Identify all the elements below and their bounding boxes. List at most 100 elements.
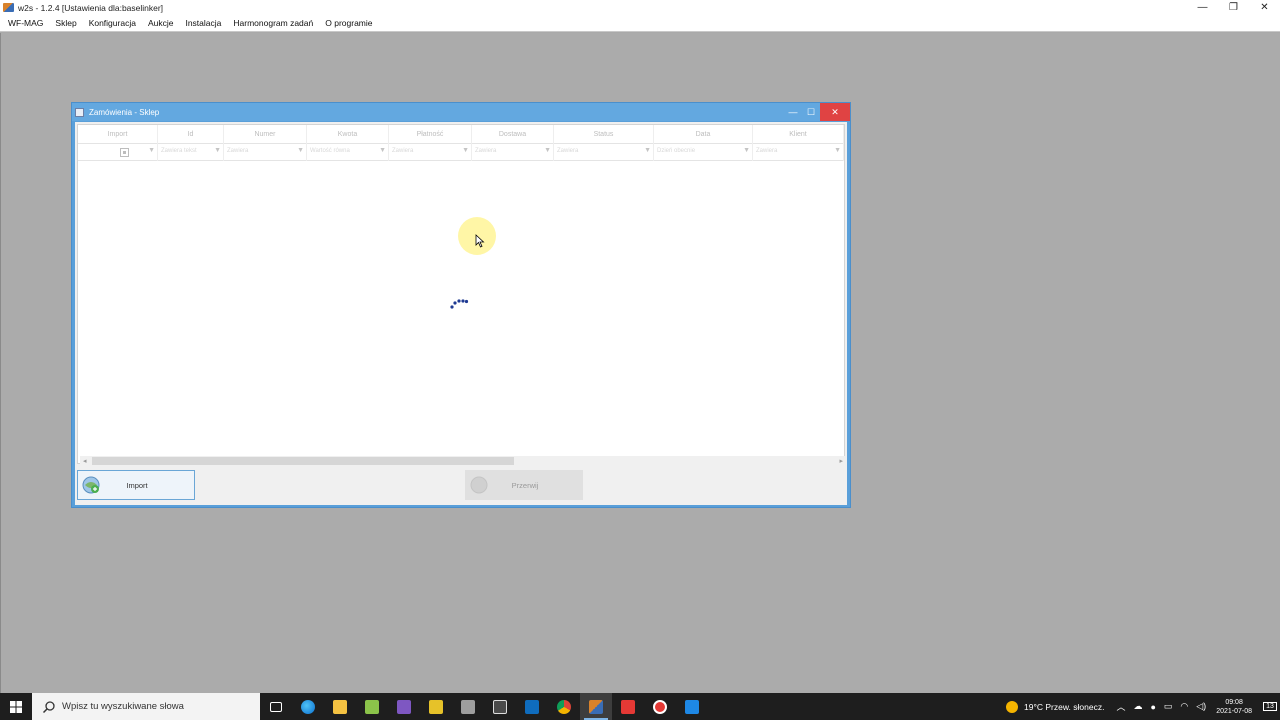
search-placeholder: Wpisz tu wyszukiwane słowa <box>62 701 184 712</box>
battery-icon[interactable]: ▭ <box>1164 701 1173 712</box>
clock[interactable]: 09:08 2021-07-08 <box>1216 698 1252 716</box>
taskbar-notepadpp[interactable] <box>356 693 388 720</box>
system-tray: 19°C Przew. słonecz. ︿ ☁ ● ▭ ◠ ◁) 09:08 … <box>1006 693 1280 720</box>
col-numer[interactable]: Numer <box>224 125 307 144</box>
filter-icon[interactable]: ▼ <box>148 147 155 154</box>
filter-icon[interactable]: ▼ <box>297 147 304 154</box>
filter-dostawa[interactable]: Zawiera ▼ <box>472 144 554 161</box>
wifi-icon[interactable]: ◠ <box>1180 701 1188 712</box>
child-minimize-button[interactable]: — <box>784 103 802 121</box>
taskbar-vscode-app[interactable] <box>420 693 452 720</box>
filter-icon[interactable]: ▼ <box>644 147 651 154</box>
close-button[interactable]: ✕ <box>1249 0 1280 15</box>
notifications-button[interactable]: 13 <box>1260 693 1280 720</box>
filter-placeholder: Dzień obecnie <box>657 148 696 154</box>
clock-date: 2021-07-08 <box>1216 707 1252 715</box>
col-platnosc[interactable]: Płatność <box>389 125 472 144</box>
mouse-cursor-icon <box>475 234 485 248</box>
menu-harmonogram[interactable]: Harmonogram zadań <box>227 18 319 28</box>
filter-icon[interactable]: ▼ <box>379 147 386 154</box>
taskbar-wf-mag[interactable] <box>612 693 644 720</box>
filter-icon[interactable]: ▼ <box>462 147 469 154</box>
grid-header: Import Id Numer Kwota Płatność Dostawa S… <box>78 125 844 144</box>
menu-o-programie[interactable]: O programie <box>319 18 378 28</box>
taskbar-chrome[interactable] <box>548 693 580 720</box>
git-icon <box>493 699 507 714</box>
filter-id[interactable]: Zawiera tekst ▼ <box>158 144 224 161</box>
filter-status[interactable]: Zawiera ▼ <box>554 144 654 161</box>
scrollbar-thumb[interactable] <box>92 457 514 465</box>
clock-time: 09:08 <box>1225 698 1243 706</box>
window-controls: — ❐ ✕ <box>1187 0 1280 15</box>
taskbar-search[interactable]: Wpisz tu wyszukiwane słowa <box>32 693 260 720</box>
orders-window-titlebar[interactable]: Zamówienia - Sklep — ☐ ✕ <box>72 103 850 121</box>
scroll-left-icon[interactable]: ◂ <box>83 457 87 465</box>
filter-checkbox[interactable] <box>120 148 129 157</box>
orders-grid: Import Id Numer Kwota Płatność Dostawa S… <box>77 124 846 466</box>
import-button[interactable]: Import <box>77 470 195 500</box>
col-import[interactable]: Import <box>78 125 158 144</box>
filter-icon[interactable]: ▼ <box>544 147 551 154</box>
filter-icon[interactable]: ▼ <box>214 147 221 154</box>
col-id[interactable]: Id <box>158 125 224 144</box>
taskbar-recorder[interactable] <box>644 693 676 720</box>
col-status[interactable]: Status <box>554 125 654 144</box>
filter-placeholder: Zawiera <box>227 148 249 154</box>
restore-button[interactable]: ❐ <box>1218 0 1249 15</box>
loading-spinner-icon <box>450 299 469 309</box>
chevron-up-icon[interactable]: ︿ <box>1116 700 1125 713</box>
volume-icon[interactable]: ◁) <box>1196 701 1206 712</box>
task-view-button[interactable] <box>260 693 292 720</box>
col-data[interactable]: Data <box>654 125 753 144</box>
taskbar: Wpisz tu wyszukiwane słowa 19°C Przew. s… <box>0 693 1280 720</box>
horizontal-scrollbar[interactable]: ◂ ▸ <box>80 456 846 466</box>
cloud-icon[interactable]: ☁ <box>1133 701 1142 712</box>
notification-count: 13 <box>1263 702 1277 711</box>
filter-kwota[interactable]: Wartość równa ▼ <box>307 144 389 161</box>
menu-aukcje[interactable]: Aukcje <box>142 18 180 28</box>
taskbar-w2s[interactable] <box>580 693 612 720</box>
app-gray-icon <box>461 699 475 714</box>
filter-numer[interactable]: Zawiera ▼ <box>224 144 307 161</box>
app-blue-icon <box>685 699 699 714</box>
scroll-right-icon[interactable]: ▸ <box>839 457 843 465</box>
filter-platnosc[interactable]: Zawiera ▼ <box>389 144 472 161</box>
menu-bar: WF-MAG Sklep Konfiguracja Aukcje Instala… <box>0 15 1280 32</box>
task-view-icon <box>270 701 282 712</box>
folder-icon <box>333 699 347 714</box>
minimize-button[interactable]: — <box>1187 0 1218 15</box>
taskbar-visual-studio[interactable] <box>388 693 420 720</box>
taskbar-outlook[interactable] <box>516 693 548 720</box>
menu-konfiguracja[interactable]: Konfiguracja <box>83 18 142 28</box>
app-icon <box>3 3 14 12</box>
sun-icon <box>1006 700 1019 713</box>
filter-import[interactable]: ▼ <box>78 144 158 161</box>
orders-window-body: Import Id Numer Kwota Płatność Dostawa S… <box>75 122 847 505</box>
przerwij-button[interactable]: Przerwij <box>465 470 583 500</box>
col-kwota[interactable]: Kwota <box>307 125 389 144</box>
menu-sklep[interactable]: Sklep <box>49 18 82 28</box>
taskbar-git[interactable] <box>484 693 516 720</box>
child-close-button[interactable]: ✕ <box>820 103 850 121</box>
filter-placeholder: Zawiera <box>475 148 497 154</box>
microphone-icon[interactable]: ● <box>1150 702 1155 712</box>
col-klient[interactable]: Klient <box>753 125 844 144</box>
weather-text: 19°C Przew. słonecz. <box>1024 701 1105 712</box>
notepadpp-icon <box>365 699 379 714</box>
filter-icon[interactable]: ▼ <box>834 147 841 154</box>
filter-klient[interactable]: Zawiera ▼ <box>753 144 844 161</box>
col-dostawa[interactable]: Dostawa <box>472 125 554 144</box>
taskbar-app-gray[interactable] <box>452 693 484 720</box>
child-maximize-button[interactable]: ☐ <box>802 103 820 121</box>
menu-instalacja[interactable]: Instalacja <box>179 18 227 28</box>
menu-wf-mag[interactable]: WF-MAG <box>2 18 49 28</box>
taskbar-explorer[interactable] <box>324 693 356 720</box>
start-button[interactable] <box>0 693 32 720</box>
filter-data[interactable]: Dzień obecnie ▼ <box>654 144 753 161</box>
import-label: Import <box>126 480 148 490</box>
taskbar-edge[interactable] <box>292 693 324 720</box>
filter-icon[interactable]: ▼ <box>743 147 750 154</box>
filter-placeholder: Wartość równa <box>310 148 350 154</box>
weather-widget[interactable]: 19°C Przew. słonecz. <box>1006 700 1105 713</box>
taskbar-app-blue[interactable] <box>676 693 708 720</box>
